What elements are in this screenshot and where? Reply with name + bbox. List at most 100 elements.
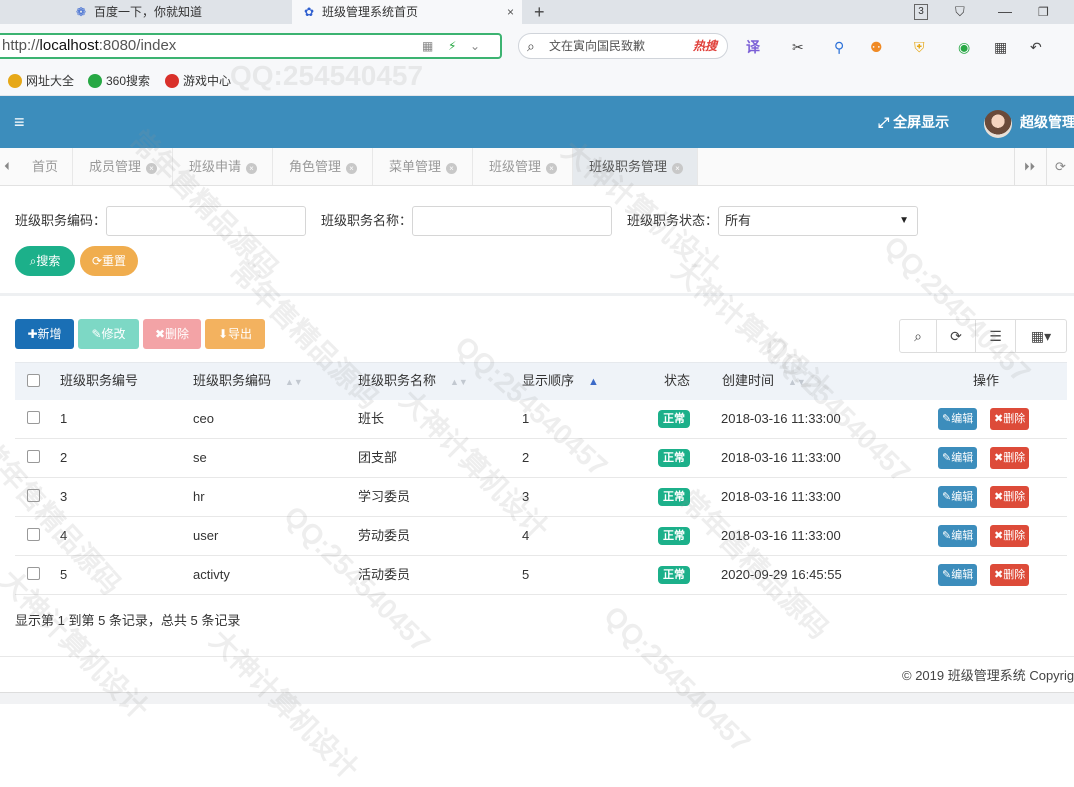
reset-button-label: 重置	[102, 254, 127, 268]
table-header: 班级职务编号 班级职务编码 ▲▼ 班级职务名称 ▲▼ 显示顺序 ▲ 状态 创建时间 ▲▼…	[15, 362, 1067, 400]
tabs-scroll-left-icon[interactable]: ⏴	[0, 148, 14, 186]
row-checkbox[interactable]	[27, 450, 40, 463]
gamepad-icon[interactable]: ⚉	[870, 34, 883, 60]
row-edit-label: 编辑	[951, 413, 974, 425]
cell-id: 3	[60, 489, 68, 504]
cell-code: ceo	[193, 411, 214, 426]
row-delete-button[interactable]: ✖删除	[990, 564, 1030, 586]
row-checkbox[interactable]	[27, 528, 40, 541]
scissors-icon[interactable]: ✂	[792, 34, 804, 60]
restore-icon[interactable]: ❐	[1038, 0, 1049, 24]
bookmark-item[interactable]: 360搜索	[88, 68, 150, 94]
row-edit-button[interactable]: ✎编辑	[938, 486, 978, 508]
page-tab[interactable]: 班级职务管理 ×	[573, 148, 698, 185]
browser-tab-baidu[interactable]: ❁ 百度一下，你就知道	[64, 0, 290, 24]
table-row[interactable]: 1 ceo 班长 1 2018-03-16 11:33:00 正常 ✎编辑 ✖删除	[15, 400, 1067, 439]
row-checkbox[interactable]	[27, 411, 40, 424]
status-filter-select[interactable]: 所有 ▼	[718, 206, 918, 236]
table-toggle-view-icon[interactable]: ☰	[975, 319, 1016, 353]
close-tab-icon[interactable]: ×	[507, 0, 514, 24]
table-row[interactable]: 2 se 团支部 2 2018-03-16 11:33:00 正常 ✎编辑 ✖删除	[15, 439, 1067, 478]
cell-order: 5	[522, 567, 530, 582]
close-tab-icon[interactable]: ×	[446, 163, 458, 174]
translate-icon[interactable]: 译	[746, 34, 760, 60]
status-badge: 正常	[658, 449, 690, 467]
page-tab[interactable]: 首页	[16, 148, 73, 185]
reset-button[interactable]: ⟳重置	[80, 246, 138, 276]
close-tab-icon[interactable]: ×	[146, 163, 158, 174]
table-refresh-icon[interactable]: ⟳	[936, 319, 976, 353]
row-delete-button[interactable]: ✖删除	[990, 525, 1030, 547]
edit-icon: ✎	[942, 413, 952, 425]
close-tab-icon[interactable]: ×	[672, 163, 684, 174]
close-tab-icon[interactable]: ×	[346, 163, 358, 174]
table-columns-icon[interactable]: ▦▾	[1015, 319, 1067, 353]
grid-icon[interactable]: ▦	[994, 34, 1007, 60]
bookmark-label: 360搜索	[106, 74, 151, 88]
select-all-checkbox[interactable]	[27, 374, 40, 387]
column-header-actions: 操作	[973, 363, 999, 399]
row-checkbox[interactable]	[27, 567, 40, 580]
page-tab[interactable]: 班级申请 ×	[173, 148, 273, 185]
delete-button[interactable]: ✖删除	[143, 319, 201, 349]
avatar[interactable]	[984, 110, 1012, 138]
column-header-code[interactable]: 班级职务编码 ▲▼	[193, 363, 303, 400]
name-filter-label: 班级职务名称：	[321, 213, 413, 228]
page-tab[interactable]: 角色管理 ×	[273, 148, 373, 185]
browser-tab-active[interactable]: ✿ 班级管理系统首页 ×	[292, 0, 522, 24]
shirt-icon[interactable]: ⛉	[955, 0, 965, 24]
close-icon: ✖	[994, 491, 1004, 503]
row-delete-button[interactable]: ✖删除	[990, 408, 1030, 430]
browser-search-box[interactable]: ⌕ 文在寅向国民致歉 热搜	[518, 33, 728, 59]
row-delete-button[interactable]: ✖删除	[990, 486, 1030, 508]
chevron-down-icon[interactable]: ⌄	[470, 35, 480, 57]
table-row[interactable]: 3 hr 学习委员 3 2018-03-16 11:33:00 正常 ✎编辑 ✖删除	[15, 478, 1067, 517]
export-button-label: 导出	[228, 327, 253, 341]
address-bar[interactable]: http://localhost:8080/index ▦ ⚡ ⌄	[0, 33, 502, 59]
row-edit-button[interactable]: ✎编辑	[938, 564, 978, 586]
undo-icon[interactable]: ↶	[1030, 34, 1042, 60]
shield-icon[interactable]: ⛨	[914, 34, 925, 60]
row-edit-button[interactable]: ✎编辑	[938, 408, 978, 430]
tabs-scroll-right-icon[interactable]: ⏵⏵	[1014, 148, 1044, 186]
page-tab[interactable]: 成员管理 ×	[73, 148, 173, 185]
cell-order: 3	[522, 489, 530, 504]
close-tab-icon[interactable]: ×	[546, 163, 558, 174]
column-header-id[interactable]: 班级职务编号	[60, 363, 138, 399]
row-edit-button[interactable]: ✎编辑	[938, 525, 978, 547]
row-delete-button[interactable]: ✖删除	[990, 447, 1030, 469]
green-app-icon[interactable]: ◉	[958, 34, 970, 60]
page-tab[interactable]: 班级管理 ×	[473, 148, 573, 185]
minimize-icon[interactable]: —	[998, 0, 1012, 22]
column-header-name[interactable]: 班级职务名称 ▲▼	[358, 363, 468, 400]
name-filter-input[interactable]	[412, 206, 612, 236]
row-edit-button[interactable]: ✎编辑	[938, 447, 978, 469]
search-button[interactable]: ⌕搜索	[15, 246, 75, 276]
add-button[interactable]: ✚新增	[15, 319, 74, 349]
column-header-label: 状态	[664, 373, 691, 388]
column-header-order[interactable]: 显示顺序 ▲	[522, 363, 599, 400]
qr-code-icon[interactable]: ▦	[422, 35, 433, 57]
refresh-tab-icon[interactable]: ⟳	[1046, 148, 1074, 186]
export-button[interactable]: ⬇导出	[205, 319, 265, 349]
new-tab-button[interactable]: +	[534, 0, 545, 24]
table-search-icon[interactable]: ⌕	[899, 319, 937, 353]
page-tab[interactable]: 菜单管理 ×	[373, 148, 473, 185]
table-row[interactable]: 5 activty 活动委员 5 2020-09-29 16:45:55 正常 ✎编辑 ✖删除	[15, 556, 1067, 595]
fullscreen-button[interactable]: ⤢ 全屏显示	[878, 96, 949, 148]
bookmark-item[interactable]: 网址大全	[8, 68, 74, 94]
table-row[interactable]: 4 user 劳动委员 4 2018-03-16 11:33:00 正常 ✎编辑 ✖删除	[15, 517, 1067, 556]
menu-toggle-icon[interactable]: ≡	[14, 96, 25, 148]
lightning-icon[interactable]: ⚡	[448, 35, 456, 57]
window-count-badge[interactable]: 3	[914, 4, 928, 20]
column-header-created[interactable]: 创建时间 ▲▼	[722, 363, 806, 400]
edit-button[interactable]: ✎修改	[78, 319, 139, 349]
bookmark-item[interactable]: 游戏中心	[165, 68, 231, 94]
user-menu[interactable]: 超级管理员	[1020, 96, 1074, 148]
magnifier-icon[interactable]: ⚲	[834, 34, 844, 60]
close-tab-icon[interactable]: ×	[246, 163, 258, 174]
code-filter-input[interactable]	[106, 206, 306, 236]
browser-status-bar	[0, 692, 1074, 704]
row-checkbox[interactable]	[27, 489, 40, 502]
cell-created: 2020-09-29 16:45:55	[721, 567, 842, 582]
